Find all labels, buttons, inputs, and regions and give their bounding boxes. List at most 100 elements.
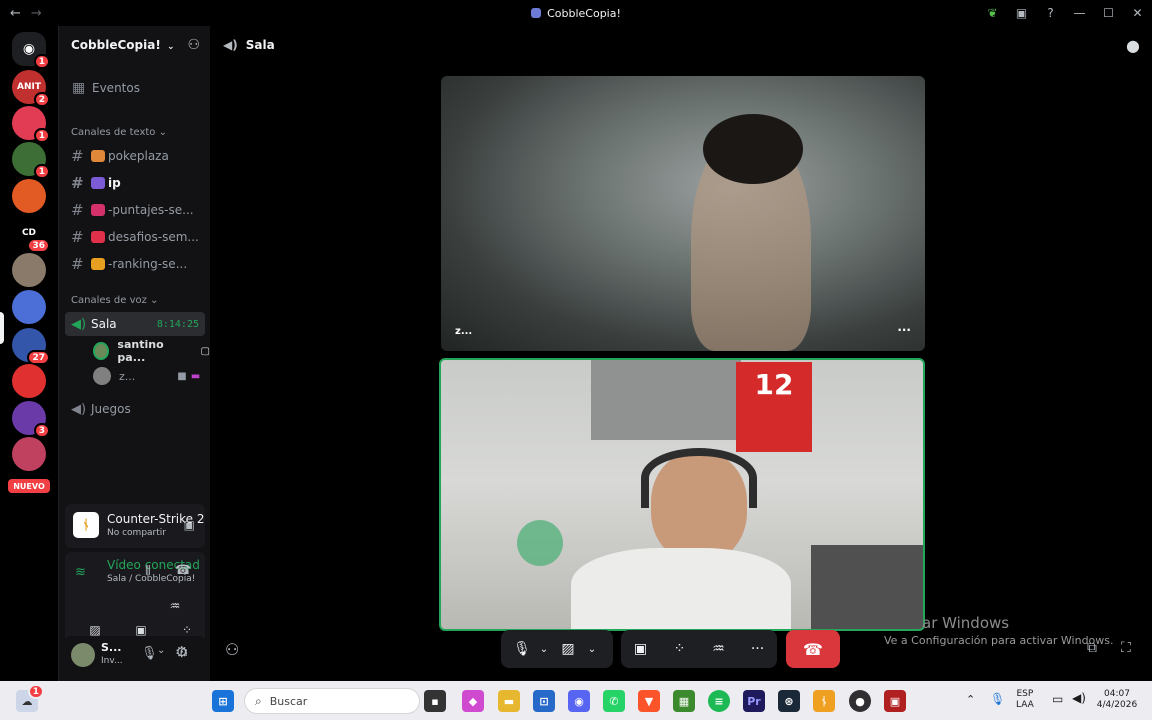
- camera-off-button[interactable]: ▨: [551, 630, 585, 668]
- channel-emoji-icon: [91, 150, 105, 162]
- camera-options-chevron-icon[interactable]: ⌄: [585, 630, 599, 668]
- participant-name: z...: [455, 326, 473, 337]
- obs-icon[interactable]: ●: [849, 690, 871, 712]
- voice-user[interactable]: z... ■ ▬: [93, 365, 200, 387]
- server-icon[interactable]: [12, 253, 46, 287]
- text-category[interactable]: Canales de texto ⌄: [71, 127, 167, 138]
- fullscreen-icon[interactable]: ⛶: [1121, 640, 1131, 656]
- settings-gear-icon[interactable]: ⚙: [175, 643, 188, 661]
- hash-icon: #: [71, 147, 84, 165]
- tray-mic-icon[interactable]: 🎙︎: [990, 692, 1005, 706]
- more-options-button[interactable]: ···: [738, 630, 777, 668]
- store-icon[interactable]: ⊡: [533, 690, 555, 712]
- steam-icon[interactable]: ⊛: [778, 690, 800, 712]
- server-icon[interactable]: [12, 179, 46, 213]
- back-arrow-icon[interactable]: ←: [10, 6, 21, 21]
- network-icon[interactable]: ▭: [1052, 692, 1063, 706]
- server-icon[interactable]: 27: [12, 328, 50, 365]
- hash-icon: #: [71, 255, 84, 273]
- chat-bubble-icon[interactable]: ●: [1126, 36, 1140, 55]
- spotify-icon[interactable]: ≡: [708, 690, 730, 712]
- volume-icon[interactable]: ◀): [1072, 691, 1086, 705]
- task-view-icon[interactable]: ▪: [424, 690, 446, 712]
- search-icon: ⌕: [255, 693, 262, 708]
- minecraft-icon[interactable]: ▦: [673, 690, 695, 712]
- text-channel[interactable]: # desafios-sem...: [65, 225, 205, 249]
- voice-user[interactable]: santino pa... ▢: [93, 338, 210, 364]
- start-button-icon[interactable]: ⊞: [212, 690, 234, 712]
- weather-widget-icon[interactable]: ☁ 1: [16, 684, 44, 712]
- notification-badge: 1: [27, 684, 44, 699]
- voice-user-name: z...: [119, 369, 136, 383]
- text-channel[interactable]: # -puntajes-se...: [65, 198, 205, 222]
- channel-sidebar: CobbleCopia! ⌄ ⚇ ▦ Eventos Canales de te…: [58, 26, 210, 681]
- server-initials: CD: [21, 228, 37, 238]
- server-icon[interactable]: CD 36: [12, 216, 50, 253]
- server-icon[interactable]: 3: [12, 401, 50, 438]
- home-button[interactable]: ◉ 1: [12, 32, 50, 69]
- noise-suppression-icon[interactable]: ⦀: [145, 564, 151, 579]
- counter-strike-icon: ᚾ: [73, 512, 99, 538]
- close-button[interactable]: ✕: [1123, 0, 1152, 26]
- text-channel[interactable]: # -ranking-se...: [65, 252, 205, 276]
- text-channel[interactable]: # pokeplaza: [65, 144, 205, 168]
- more-options-icon[interactable]: ···: [897, 323, 911, 337]
- username[interactable]: S...: [101, 641, 121, 654]
- voice-category-label: Canales de voz: [71, 295, 147, 306]
- counter-strike-icon[interactable]: ᚾ: [813, 690, 835, 712]
- screen-share-button[interactable]: ▣: [621, 630, 660, 668]
- server-icon[interactable]: 1: [12, 142, 50, 179]
- text-channel-label: -puntajes-se...: [108, 203, 194, 217]
- server-icon[interactable]: [12, 290, 46, 324]
- video-tile-remote[interactable]: z... ···: [441, 76, 925, 351]
- channel-emoji-icon: [91, 258, 105, 270]
- server-badge: 36: [27, 238, 50, 253]
- add-member-icon[interactable]: ⚇: [187, 37, 200, 53]
- chevron-down-icon[interactable]: ⌄: [157, 645, 165, 656]
- server-icon[interactable]: [12, 364, 46, 398]
- avatar: [93, 342, 110, 360]
- voice-channel-sala[interactable]: ◀) Sala 8:14:25: [65, 312, 205, 336]
- disconnect-icon[interactable]: ☎: [175, 563, 191, 578]
- nitro-leaf-icon[interactable]: ❦: [978, 0, 1007, 26]
- file-explorer-icon[interactable]: ▬: [498, 690, 520, 712]
- voice-category[interactable]: Canales de voz ⌄: [71, 295, 158, 306]
- whatsapp-icon[interactable]: ✆: [603, 690, 625, 712]
- avatar[interactable]: [71, 643, 95, 667]
- microphone-button[interactable]: 🎙︎: [507, 630, 537, 668]
- activities-button[interactable]: ⁘: [660, 630, 699, 668]
- mic-options-chevron-icon[interactable]: ⌄: [537, 630, 551, 668]
- recording-app-icon[interactable]: ▣: [884, 690, 906, 712]
- discord-icon[interactable]: ◉: [568, 690, 590, 712]
- clock[interactable]: 04:07 4/4/2026: [1094, 689, 1140, 711]
- language-indicator[interactable]: ESP LAA: [1016, 689, 1034, 711]
- disconnect-button[interactable]: ☎: [786, 630, 840, 668]
- voice-channel-2-label: Juegos: [91, 402, 131, 416]
- soundboard-button[interactable]: ♒: [699, 630, 738, 668]
- voice-channel-juegos[interactable]: ◀) Juegos: [65, 397, 205, 421]
- soundboard-button[interactable]: ♒: [161, 594, 189, 618]
- server-icon[interactable]: [12, 437, 46, 471]
- minimize-button[interactable]: —: [1065, 0, 1094, 26]
- speaker-icon: ◀): [223, 38, 238, 52]
- brave-icon[interactable]: ▼: [638, 690, 660, 712]
- text-channel[interactable]: # ip: [65, 171, 205, 195]
- taskbar-search[interactable]: ⌕ Buscar: [244, 688, 420, 714]
- tray-chevron-icon[interactable]: ⌃: [966, 693, 975, 706]
- maximize-button[interactable]: ☐: [1094, 0, 1123, 26]
- inbox-icon[interactable]: ▣: [1007, 0, 1036, 26]
- help-icon[interactable]: ?: [1036, 0, 1065, 26]
- copilot-icon[interactable]: ◆: [462, 690, 484, 712]
- search-placeholder: Buscar: [269, 694, 308, 708]
- events-item[interactable]: ▦ Eventos: [65, 76, 205, 100]
- screen-share-icon[interactable]: ▣: [184, 518, 195, 532]
- forward-arrow-icon[interactable]: →: [31, 6, 42, 21]
- server-icon[interactable]: 1: [12, 106, 50, 143]
- invite-icon[interactable]: ⚇: [225, 640, 239, 659]
- activation-watermark-title: ar Windows: [922, 614, 1010, 632]
- server-icon[interactable]: ANIT 2: [12, 70, 50, 107]
- microphone-icon[interactable]: 🎙︎: [141, 646, 158, 661]
- premiere-icon[interactable]: Pr: [743, 690, 765, 712]
- server-header[interactable]: CobbleCopia! ⌄ ⚇: [59, 26, 210, 64]
- video-tile-self[interactable]: 12: [439, 358, 925, 631]
